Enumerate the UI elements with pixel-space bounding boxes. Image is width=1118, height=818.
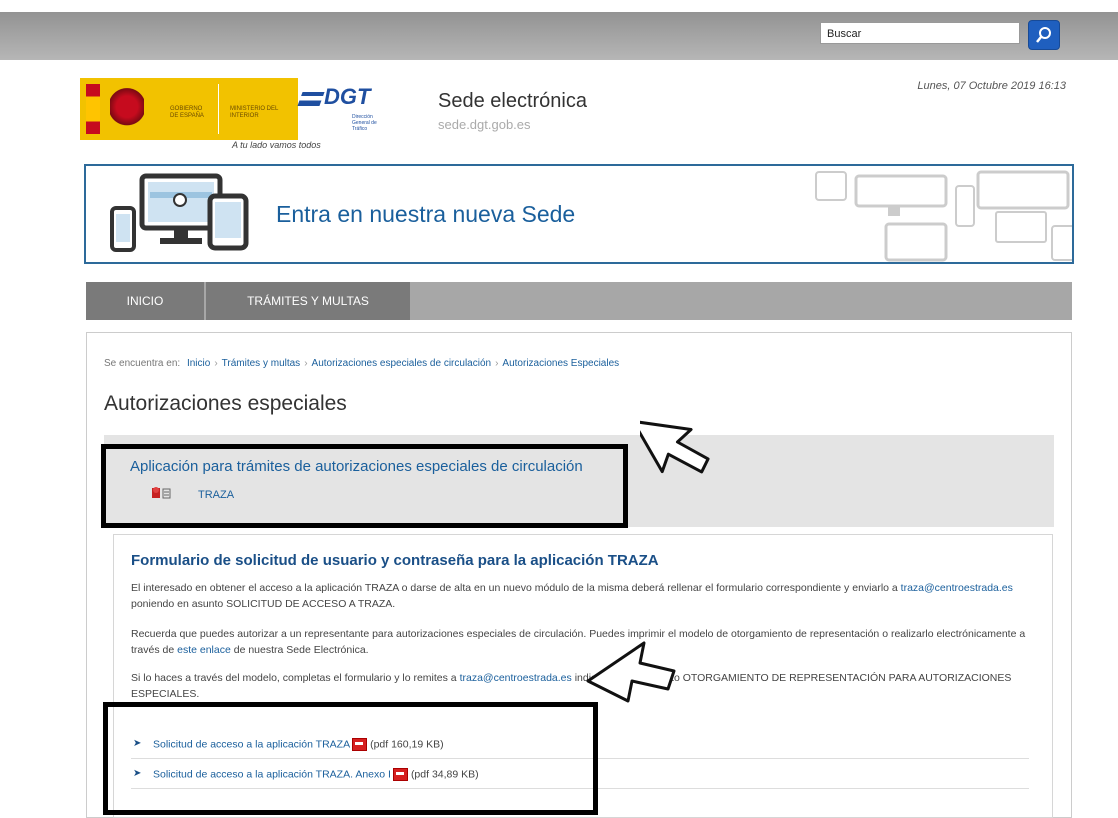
devices-background-icon — [815, 170, 1072, 262]
nav-item-inicio[interactable]: INICIO — [86, 282, 204, 320]
email-link[interactable]: traza@centroestrada.es — [460, 672, 572, 684]
gobierno-label: GOBIERNO DE ESPAÑA — [170, 106, 204, 119]
search-icon — [1036, 27, 1051, 43]
ministerio-label: MINISTERIO DEL INTERIOR — [230, 106, 279, 119]
gobierno-ministerio-logo[interactable]: GOBIERNO DE ESPAÑA MINISTERIO DEL INTERI… — [80, 78, 298, 140]
dgt-stripes-icon — [297, 92, 325, 106]
p3-text-a: Si lo haces a través del modelo, complet… — [131, 672, 460, 684]
breadcrumb: Se encuentra en: Inicio › Trámites y multa… — [104, 358, 619, 369]
p2-text-b: de nuestra Sede Electrónica. — [230, 644, 369, 656]
new-sede-banner[interactable]: Entra en nuestra nueva Sede — [84, 164, 1074, 264]
dgt-wordmark: DGT — [324, 84, 371, 109]
pointer-arrow-icon — [640, 419, 710, 474]
dgt-tagline: A tu lado vamos todos — [232, 140, 321, 150]
nav-item-tramites-multas[interactable]: TRÁMITES Y MULTAS — [206, 282, 410, 320]
search-input[interactable]: Buscar — [820, 22, 1020, 44]
p1-text-a: El interesado en obtener el acceso a la … — [131, 582, 901, 594]
breadcrumb-prefix: Se encuentra en: — [104, 358, 181, 369]
dgt-logo[interactable]: DGT Dirección General de Tráfico — [297, 78, 424, 140]
p1-text-b: poniendo en asunto SOLICITUD DE ACCESO A… — [131, 598, 396, 610]
main-nav: INICIO TRÁMITES Y MULTAS — [86, 282, 1072, 320]
breadcrumb-link-autorizaciones-circulacion[interactable]: Autorizaciones especiales de circulación — [312, 358, 492, 369]
pointer-arrow-icon — [586, 641, 676, 703]
page-title: Autorizaciones especiales — [104, 392, 347, 415]
current-datetime: Lunes, 07 Octubre 2019 16:13 — [917, 80, 1066, 92]
breadcrumb-link-inicio[interactable]: Inicio — [187, 358, 210, 369]
banner-text: Entra en nuestra nueva Sede — [276, 201, 576, 227]
spain-flag-icon — [86, 84, 100, 134]
breadcrumb-link-tramites[interactable]: Trámites y multas — [222, 358, 301, 369]
breadcrumb-separator-icon: › — [214, 358, 218, 369]
coat-of-arms-icon — [110, 86, 144, 132]
breadcrumb-link-autorizaciones-especiales[interactable]: Autorizaciones Especiales — [502, 358, 619, 369]
site-title[interactable]: Sede electrónica — [438, 90, 587, 113]
form-section-title: Formulario de solicitud de usuario y con… — [131, 552, 659, 569]
breadcrumb-separator-icon: › — [304, 358, 308, 369]
logo-divider — [218, 84, 219, 134]
email-link[interactable]: traza@centroestrada.es — [901, 582, 1013, 594]
highlight-frame-downloads — [103, 702, 598, 815]
site-url: sede.dgt.gob.es — [438, 117, 531, 132]
breadcrumb-separator-icon: › — [495, 358, 499, 369]
form-paragraph-1: El interesado en obtener el acceso a la … — [131, 580, 1031, 612]
search-button[interactable] — [1028, 20, 1060, 50]
highlight-frame-app — [101, 444, 628, 528]
dgt-subtitle: Dirección General de Tráfico — [352, 114, 377, 132]
devices-illustration-icon — [110, 173, 249, 252]
top-strip — [0, 0, 1118, 12]
este-enlace-link[interactable]: este enlace — [177, 644, 231, 656]
